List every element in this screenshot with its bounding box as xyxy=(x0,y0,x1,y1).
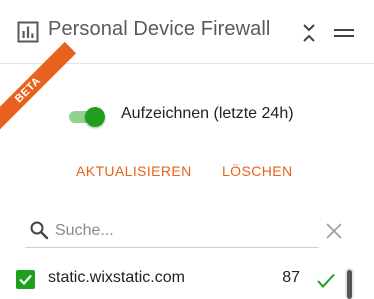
request-count: 87 xyxy=(282,269,300,286)
scrollbar[interactable] xyxy=(345,268,354,299)
allowed-check-icon xyxy=(317,273,335,288)
close-icon[interactable] xyxy=(325,222,343,240)
checkmark-icon xyxy=(19,274,32,286)
scrollbar-thumb[interactable] xyxy=(347,270,352,299)
recording-toggle[interactable] xyxy=(67,106,107,127)
search-box xyxy=(25,216,319,248)
recording-label: Aufzeichnen (letzte 24h) xyxy=(121,105,294,122)
toggle-thumb xyxy=(85,107,105,127)
chevrons-collapse-icon[interactable] xyxy=(297,20,321,46)
domain-checkbox[interactable] xyxy=(16,270,35,289)
search-input[interactable] xyxy=(55,218,313,244)
search-icon xyxy=(30,221,49,240)
firewall-panel: Personal Device Firewall BETA Aufzeichne… xyxy=(0,0,374,299)
page-title: Personal Device Firewall xyxy=(48,18,271,40)
refresh-button[interactable]: AKTUALISIEREN xyxy=(76,163,192,179)
domain-name: static.wixstatic.com xyxy=(48,269,185,286)
menu-icon[interactable] xyxy=(331,22,357,44)
list-item: static.wixstatic.com 87 xyxy=(0,264,374,296)
bar-chart-icon xyxy=(17,21,39,43)
clear-button[interactable]: LÖSCHEN xyxy=(222,163,292,179)
